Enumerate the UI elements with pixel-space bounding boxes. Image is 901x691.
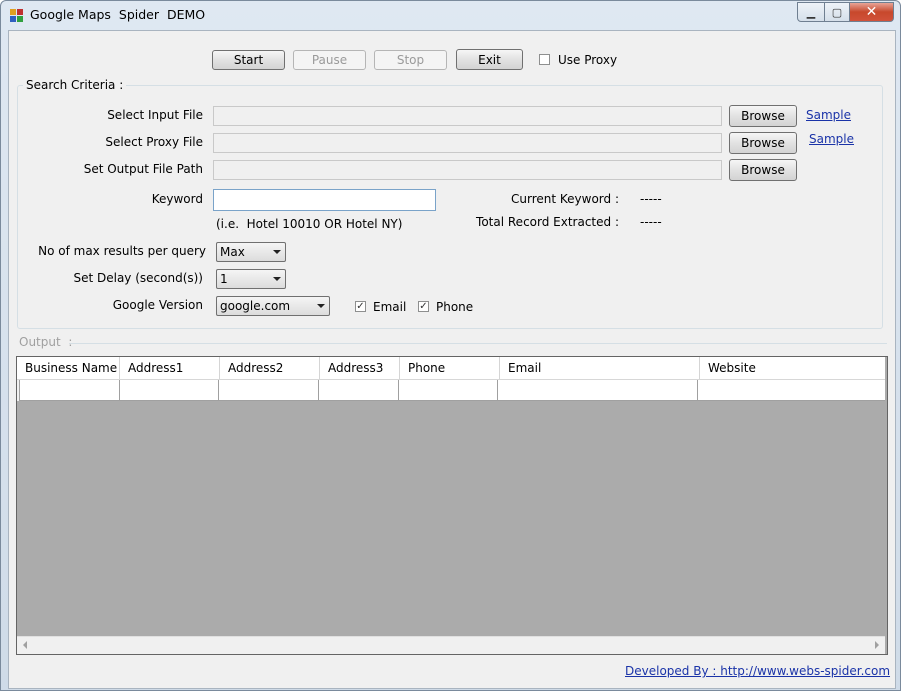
- delay-value: 1: [220, 272, 228, 286]
- browse-proxy-button[interactable]: Browse: [729, 132, 797, 154]
- column-header-email[interactable]: Email: [500, 357, 700, 379]
- proxy-file-label: Select Proxy File: [105, 135, 203, 149]
- chevron-down-icon: [317, 304, 325, 308]
- column-header-address1[interactable]: Address1: [120, 357, 220, 379]
- column-header-website[interactable]: Website: [700, 357, 885, 379]
- max-results-select[interactable]: Max: [216, 242, 286, 262]
- sample-input-link[interactable]: Sample: [806, 108, 851, 122]
- output-path-field[interactable]: [213, 160, 722, 180]
- output-path-label: Set Output File Path: [83, 162, 203, 176]
- close-icon[interactable]: ✕: [850, 2, 894, 22]
- title-bar[interactable]: Google Maps Spider DEMO ▁ ▢ ✕: [1, 1, 900, 29]
- keyword-hint: (i.e. Hotel 10010 OR Hotel NY): [216, 217, 403, 231]
- app-window: Google Maps Spider DEMO ▁ ▢ ✕ Start Paus…: [0, 0, 901, 691]
- column-header-address3[interactable]: Address3: [320, 357, 400, 379]
- scroll-left-icon[interactable]: [23, 641, 27, 649]
- scroll-right-icon[interactable]: [875, 641, 879, 649]
- minimize-icon[interactable]: ▁: [797, 2, 825, 22]
- output-grid[interactable]: Business Name Address1 Address2 Address3…: [16, 356, 888, 655]
- email-checkbox[interactable]: ✓: [355, 301, 366, 312]
- maximize-icon[interactable]: ▢: [825, 2, 850, 22]
- input-file-field[interactable]: [213, 106, 722, 126]
- browse-input-button[interactable]: Browse: [729, 105, 797, 127]
- table-cell[interactable]: [119, 380, 220, 401]
- stop-button[interactable]: Stop: [374, 50, 447, 70]
- total-records-label: Total Record Extracted :: [476, 215, 619, 229]
- phone-checkbox[interactable]: ✓: [418, 301, 429, 312]
- phone-label: Phone: [436, 300, 474, 314]
- table-cell[interactable]: [398, 380, 499, 401]
- developed-by-link[interactable]: Developed By : http://www.webs-spider.co…: [625, 664, 890, 678]
- table-cell[interactable]: [219, 380, 319, 401]
- output-divider: [69, 343, 887, 344]
- app-icon: [10, 9, 24, 22]
- delay-label: Set Delay (second(s)): [73, 271, 203, 285]
- start-button[interactable]: Start: [212, 50, 285, 70]
- max-results-value: Max: [220, 245, 245, 259]
- horizontal-scrollbar[interactable]: [17, 636, 885, 654]
- chevron-down-icon: [273, 250, 281, 254]
- use-proxy-label: Use Proxy: [558, 53, 618, 67]
- table-cell[interactable]: [498, 380, 698, 401]
- column-header-business-name[interactable]: Business Name: [17, 357, 120, 379]
- exit-button[interactable]: Exit: [456, 49, 523, 70]
- output-title: Output :: [19, 335, 73, 349]
- table-row[interactable]: [17, 380, 885, 401]
- input-file-label: Select Input File: [107, 108, 203, 122]
- main-panel: Start Pause Stop Exit Use Proxy Search C…: [8, 30, 896, 689]
- keyword-label: Keyword: [151, 192, 203, 206]
- sample-proxy-link[interactable]: Sample: [809, 132, 854, 146]
- max-results-label: No of max results per query: [38, 244, 206, 258]
- proxy-file-field[interactable]: [213, 133, 722, 153]
- search-criteria-title: Search Criteria :: [23, 78, 127, 92]
- window-title: Google Maps Spider DEMO: [30, 7, 206, 22]
- column-header-phone[interactable]: Phone: [400, 357, 500, 379]
- google-version-label: Google Version: [112, 298, 203, 312]
- google-version-select[interactable]: google.com: [216, 296, 330, 316]
- total-records-value: -----: [640, 215, 662, 229]
- keyword-input[interactable]: [213, 189, 436, 211]
- pause-button[interactable]: Pause: [293, 50, 366, 70]
- column-header-address2[interactable]: Address2: [220, 357, 320, 379]
- table-cell[interactable]: [318, 380, 399, 401]
- browse-output-button[interactable]: Browse: [729, 159, 797, 181]
- use-proxy-checkbox[interactable]: [539, 54, 550, 65]
- google-version-value: google.com: [220, 299, 291, 313]
- current-keyword-label: Current Keyword :: [511, 192, 619, 206]
- grid-header: Business Name Address1 Address2 Address3…: [17, 357, 885, 380]
- table-cell[interactable]: [20, 380, 120, 401]
- chevron-down-icon: [273, 277, 281, 281]
- delay-select[interactable]: 1: [216, 269, 286, 289]
- current-keyword-value: -----: [640, 192, 662, 206]
- table-cell[interactable]: [697, 380, 885, 401]
- email-label: Email: [373, 300, 407, 314]
